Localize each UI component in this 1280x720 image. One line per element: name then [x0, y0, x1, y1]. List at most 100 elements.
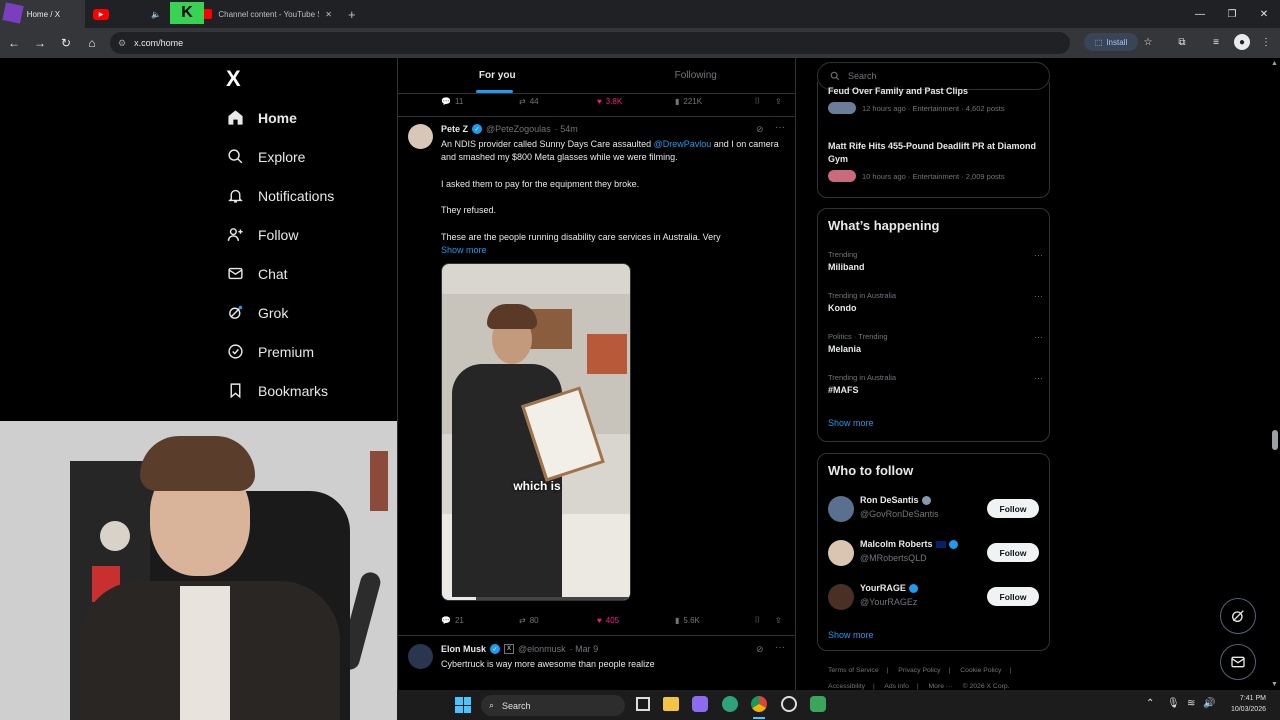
edge-icon[interactable]	[722, 696, 738, 712]
footer-link[interactable]: Accessibility	[828, 683, 865, 690]
follow-suggestion[interactable]: Malcolm Roberts @MRobertsQLD Follow	[818, 537, 1049, 571]
wifi-icon[interactable]: ≋	[1187, 698, 1195, 709]
trend-item[interactable]: Trending Miliband ···	[828, 250, 1043, 272]
scrollbar-up-icon[interactable]: ▲	[1271, 60, 1278, 67]
author-handle[interactable]: @elonmusk	[518, 644, 566, 654]
avatar[interactable]	[828, 540, 854, 566]
avatar[interactable]	[408, 644, 433, 669]
more-options-icon[interactable]: ···	[1034, 250, 1043, 260]
follow-suggestion[interactable]: Ron DeSantis @GovRonDeSantis Follow	[818, 493, 1049, 527]
microphone-icon[interactable]: 🎙	[1167, 698, 1180, 709]
more-options-icon[interactable]: ···	[1034, 291, 1043, 301]
nav-notifications[interactable]: Notifications	[226, 176, 334, 215]
system-clock[interactable]: 7:41 PM 10/03/2026	[1231, 693, 1266, 715]
bookmark-star-icon[interactable]: ☆	[1140, 34, 1156, 50]
trend-item[interactable]: Politics · Trending Melania ···	[828, 332, 1043, 354]
extensions-icon[interactable]: ⧉	[1174, 34, 1190, 50]
grok-app-icon[interactable]	[781, 696, 797, 712]
share-icon[interactable]: ⇪	[775, 97, 782, 106]
like-button[interactable]: ♥ 405	[597, 616, 675, 625]
install-app-button[interactable]: ⬚ Install	[1084, 33, 1138, 51]
tweet[interactable]: Pete Z ✓ @PeteZogoulas · 54m ⊘ ··· An ND…	[398, 116, 796, 636]
views-button[interactable]: ▮ 221K	[675, 97, 755, 106]
author-name[interactable]: Elon Musk	[441, 644, 486, 654]
nav-explore[interactable]: Explore	[226, 137, 334, 176]
forward-icon[interactable]: →	[28, 31, 52, 55]
profile-avatar[interactable]: ●	[1234, 34, 1250, 50]
repost-button[interactable]: ⇄ 44	[519, 97, 597, 106]
footer-link[interactable]: Cookie Policy	[960, 667, 1001, 674]
bookmark-tweet-icon[interactable]: ⌷	[755, 615, 775, 625]
audio-icon[interactable]: 🔈	[151, 10, 161, 19]
tab-youtube-studio[interactable]: Channel content - YouTube Studio ✕	[195, 0, 340, 28]
bookmark-tweet-icon[interactable]: ⌷	[755, 96, 775, 106]
tweet-video[interactable]: which is	[441, 263, 631, 601]
nav-premium[interactable]: Premium	[226, 332, 334, 371]
app-icon[interactable]	[810, 696, 826, 712]
reply-button[interactable]: 💬 21	[441, 616, 519, 625]
back-icon[interactable]: ←	[2, 31, 26, 55]
tab-close-icon[interactable]: ✕	[325, 10, 332, 19]
reload-icon[interactable]: ↻	[54, 31, 78, 55]
follow-button[interactable]: Follow	[987, 543, 1039, 562]
scrollbar-thumb[interactable]	[1272, 430, 1278, 450]
url-field[interactable]: ⚙ x.com/home	[110, 32, 1070, 54]
video-progress-bar[interactable]	[442, 597, 630, 600]
close-window-icon[interactable]: ✕	[1248, 0, 1280, 28]
more-options-icon[interactable]: ···	[775, 642, 785, 653]
avatar[interactable]	[408, 124, 433, 149]
nav-home[interactable]: Home	[226, 98, 334, 137]
media-controls-icon[interactable]: ≡	[1208, 34, 1224, 50]
news-item[interactable]: Feud Over Family and Past Clips 12 hours…	[828, 86, 1043, 114]
nav-grok[interactable]: Grok	[226, 293, 334, 332]
nav-chat[interactable]: Chat	[226, 254, 334, 293]
minimize-icon[interactable]: —	[1184, 0, 1216, 28]
windows-start-icon[interactable]	[455, 697, 471, 713]
tab-for-you[interactable]: For you	[398, 58, 597, 93]
show-more-link[interactable]: Show more	[828, 630, 874, 640]
copilot-icon[interactable]	[692, 696, 708, 712]
show-more-link[interactable]: Show more	[441, 244, 787, 257]
tweet[interactable]: Elon Musk ✓ X @elonmusk · Mar 9 ⊘ ··· Cy…	[398, 636, 796, 690]
more-options-icon[interactable]: ···	[775, 122, 785, 133]
tray-chevron-icon[interactable]: ⌃	[1146, 698, 1154, 709]
share-icon[interactable]: ⇪	[775, 616, 782, 625]
footer-link[interactable]: More ···	[929, 683, 953, 690]
footer-link[interactable]: Privacy Policy	[898, 667, 940, 674]
follow-button[interactable]: Follow	[987, 587, 1039, 606]
new-tab-button[interactable]: +	[340, 0, 364, 28]
nav-follow[interactable]: Follow	[226, 215, 334, 254]
more-options-icon[interactable]: ···	[1034, 332, 1043, 342]
scrollbar-down-icon[interactable]: ▼	[1271, 681, 1278, 688]
page-scrollbar[interactable]: ▲ ▼	[1270, 58, 1280, 690]
tab-following[interactable]: Following	[597, 58, 796, 93]
grok-tweet-icon[interactable]: ⊘	[756, 124, 764, 135]
grok-tweet-icon[interactable]: ⊘	[756, 644, 764, 655]
site-info-icon[interactable]: ⚙	[118, 38, 126, 49]
author-name[interactable]: Pete Z	[441, 124, 468, 134]
tweet-time[interactable]: · 54m	[555, 124, 578, 134]
more-options-icon[interactable]: ···	[1034, 373, 1043, 383]
chrome-icon[interactable]	[751, 696, 767, 712]
grok-float-button[interactable]	[1220, 598, 1256, 634]
follow-suggestion[interactable]: YourRAGE @YourRAGEz Follow	[818, 581, 1049, 615]
show-more-link[interactable]: Show more	[828, 418, 874, 428]
repost-button[interactable]: ⇄ 80	[519, 616, 597, 625]
mention-link[interactable]: @DrewPavlou	[654, 139, 712, 149]
like-button[interactable]: ♥ 3.8K	[597, 97, 675, 106]
x-logo[interactable]: X	[226, 66, 241, 92]
taskbar-search[interactable]: ⌕ Search	[481, 695, 625, 716]
task-view-icon[interactable]	[636, 697, 650, 711]
news-item[interactable]: Matt Rife Hits 455-Pound Deadlift PR at …	[828, 140, 1043, 182]
reply-button[interactable]: 💬 11	[441, 97, 519, 106]
file-explorer-icon[interactable]	[663, 697, 679, 711]
avatar[interactable]	[828, 496, 854, 522]
messages-float-button[interactable]	[1220, 644, 1256, 680]
views-button[interactable]: ▮ 5.6K	[675, 616, 755, 625]
footer-link[interactable]: Ads info	[884, 683, 909, 690]
avatar[interactable]	[828, 584, 854, 610]
maximize-icon[interactable]: ❐	[1216, 0, 1248, 28]
browser-menu-icon[interactable]: ⋮	[1258, 34, 1274, 50]
footer-link[interactable]: Terms of Service	[828, 667, 879, 674]
trend-item[interactable]: Trending in Australia #MAFS ···	[828, 373, 1043, 395]
